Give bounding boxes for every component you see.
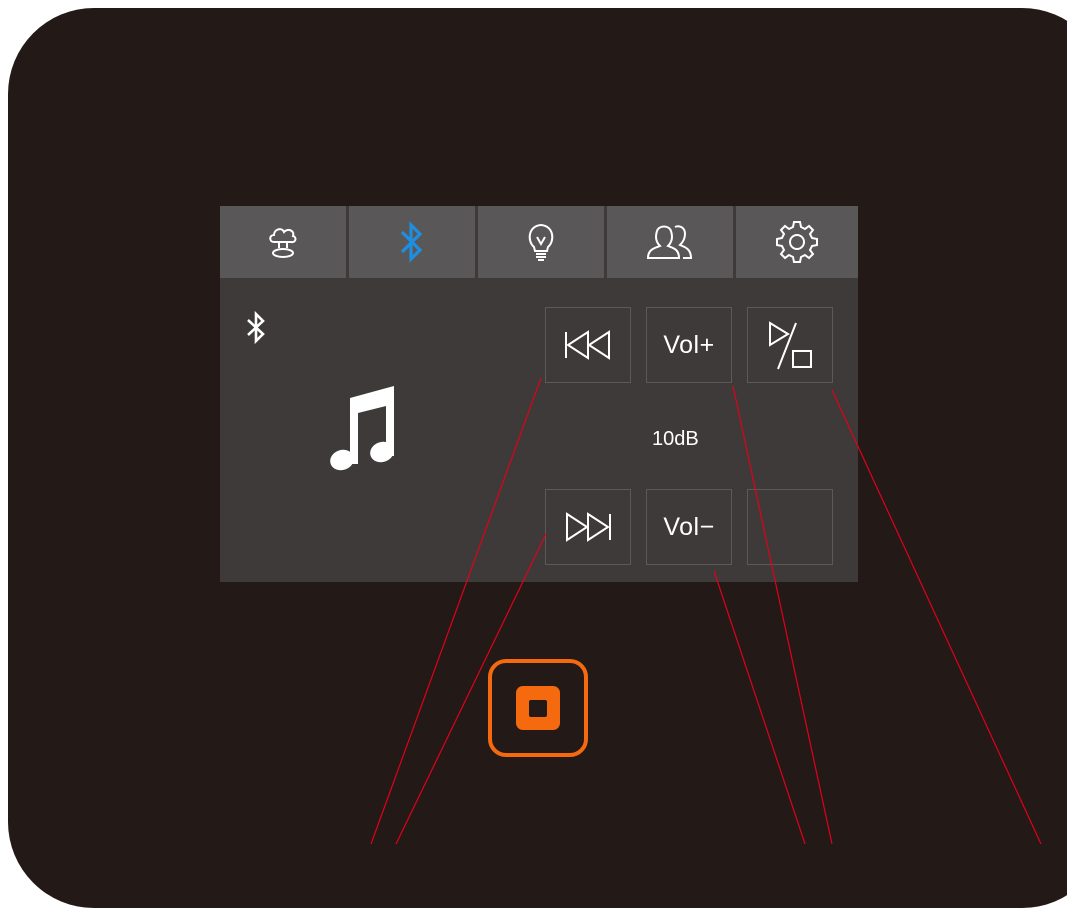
lightbulb-icon (528, 223, 554, 261)
home-button-center (529, 699, 547, 717)
volume-up-button[interactable]: Vol+ (646, 307, 732, 383)
tab-settings[interactable] (733, 206, 858, 278)
tab-cloud[interactable] (220, 206, 346, 278)
volume-up-label: Vol+ (663, 330, 715, 359)
stop-square-icon (516, 686, 560, 730)
gear-icon (776, 221, 818, 263)
volume-down-button[interactable]: Vol− (646, 489, 732, 565)
home-button[interactable] (488, 659, 588, 757)
tab-bar (220, 206, 858, 278)
bluetooth-icon (400, 221, 423, 263)
music-note-icon (330, 386, 394, 471)
tab-lighting[interactable] (475, 206, 604, 278)
cloud-icon (269, 228, 297, 258)
play-stop-icon (769, 321, 812, 370)
users-icon (646, 225, 693, 259)
next-track-button[interactable] (545, 489, 631, 565)
previous-track-button[interactable] (545, 307, 631, 383)
touch-screen: Vol+ 10dB Vol− (220, 206, 858, 582)
skip-previous-icon (565, 330, 610, 360)
volume-down-label: Vol− (663, 512, 715, 541)
volume-level-readout: 10dB (652, 428, 699, 450)
tab-users[interactable] (604, 206, 733, 278)
tab-bluetooth[interactable] (346, 206, 475, 278)
bluetooth-status-icon (247, 310, 265, 345)
play-stop-button[interactable] (747, 307, 833, 383)
skip-next-icon (566, 512, 611, 542)
empty-button[interactable] (747, 489, 833, 565)
